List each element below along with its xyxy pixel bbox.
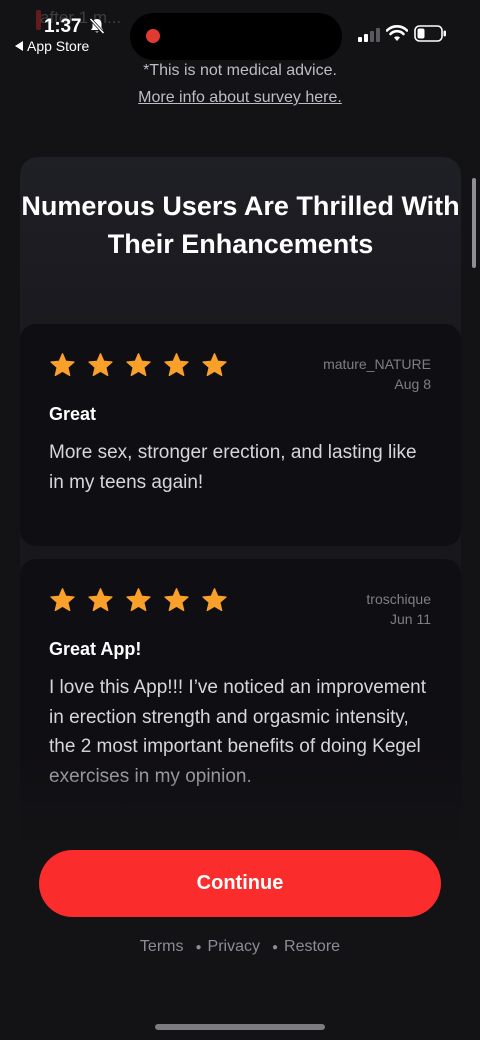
star-icon — [164, 353, 189, 377]
dynamic-island — [130, 13, 342, 60]
survey-info-link[interactable]: More info about survey here. — [0, 89, 480, 107]
back-triangle-icon — [15, 41, 23, 51]
separator-dot: ● — [195, 941, 202, 953]
wifi-icon — [386, 25, 408, 41]
scrollbar[interactable] — [472, 178, 476, 268]
review-card: mature_NATURE Aug 8 Great More sex, stro… — [20, 324, 461, 546]
star-rating — [49, 352, 228, 379]
review-body: I love this App!!! I’ve noticed an impro… — [49, 677, 427, 787]
footer-links: Terms ● Privacy ● Restore — [0, 938, 480, 956]
star-icon — [126, 353, 151, 377]
restore-link[interactable]: Restore — [284, 938, 340, 956]
star-icon — [88, 588, 113, 612]
separator-dot: ● — [271, 941, 279, 953]
star-icon — [164, 588, 189, 612]
review-meta: troschique Jun 11 — [366, 589, 431, 629]
home-indicator[interactable] — [155, 1024, 325, 1030]
bell-slash-icon — [89, 17, 105, 35]
reviews-card: Numerous Users Are Thrilled With Their E… — [20, 157, 461, 857]
cellular-signal-icon — [358, 28, 380, 42]
star-icon — [202, 353, 227, 377]
battery-icon — [414, 25, 446, 42]
review-author: mature_NATURE — [323, 356, 431, 372]
back-app-label: App Store — [27, 38, 90, 54]
review-title: Great — [49, 404, 97, 424]
privacy-link[interactable]: Privacy — [208, 938, 260, 956]
star-icon — [88, 353, 113, 377]
status-time: 1:37 — [44, 16, 82, 37]
review-body: More sex, stronger erection, and lasting… — [49, 442, 417, 493]
star-rating — [49, 587, 228, 614]
terms-link[interactable]: Terms — [140, 938, 184, 956]
star-icon — [50, 353, 75, 377]
review-card: troschique Jun 11 Great App! I love this… — [20, 559, 461, 857]
reviews-heading: Numerous Users Are Thrilled With Their E… — [21, 191, 460, 259]
continue-button[interactable]: Continue — [39, 850, 441, 917]
star-icon — [126, 588, 151, 612]
status-bar: after 1 m... 1:37 App Store — [0, 0, 480, 62]
review-date: Aug 8 — [394, 376, 431, 392]
review-date: Jun 11 — [390, 611, 431, 627]
review-author: troschique — [366, 591, 431, 607]
medical-disclaimer: *This is not medical advice. — [143, 62, 337, 79]
back-to-app-store-link[interactable]: App Store — [15, 38, 89, 54]
star-icon — [202, 588, 227, 612]
review-meta: mature_NATURE Aug 8 — [323, 354, 431, 394]
review-title: Great App! — [49, 639, 142, 659]
recording-indicator-icon — [146, 29, 160, 43]
star-icon — [50, 588, 75, 612]
paywall-screen: after 1 m... 1:37 App Store *This is not… — [0, 0, 480, 1040]
